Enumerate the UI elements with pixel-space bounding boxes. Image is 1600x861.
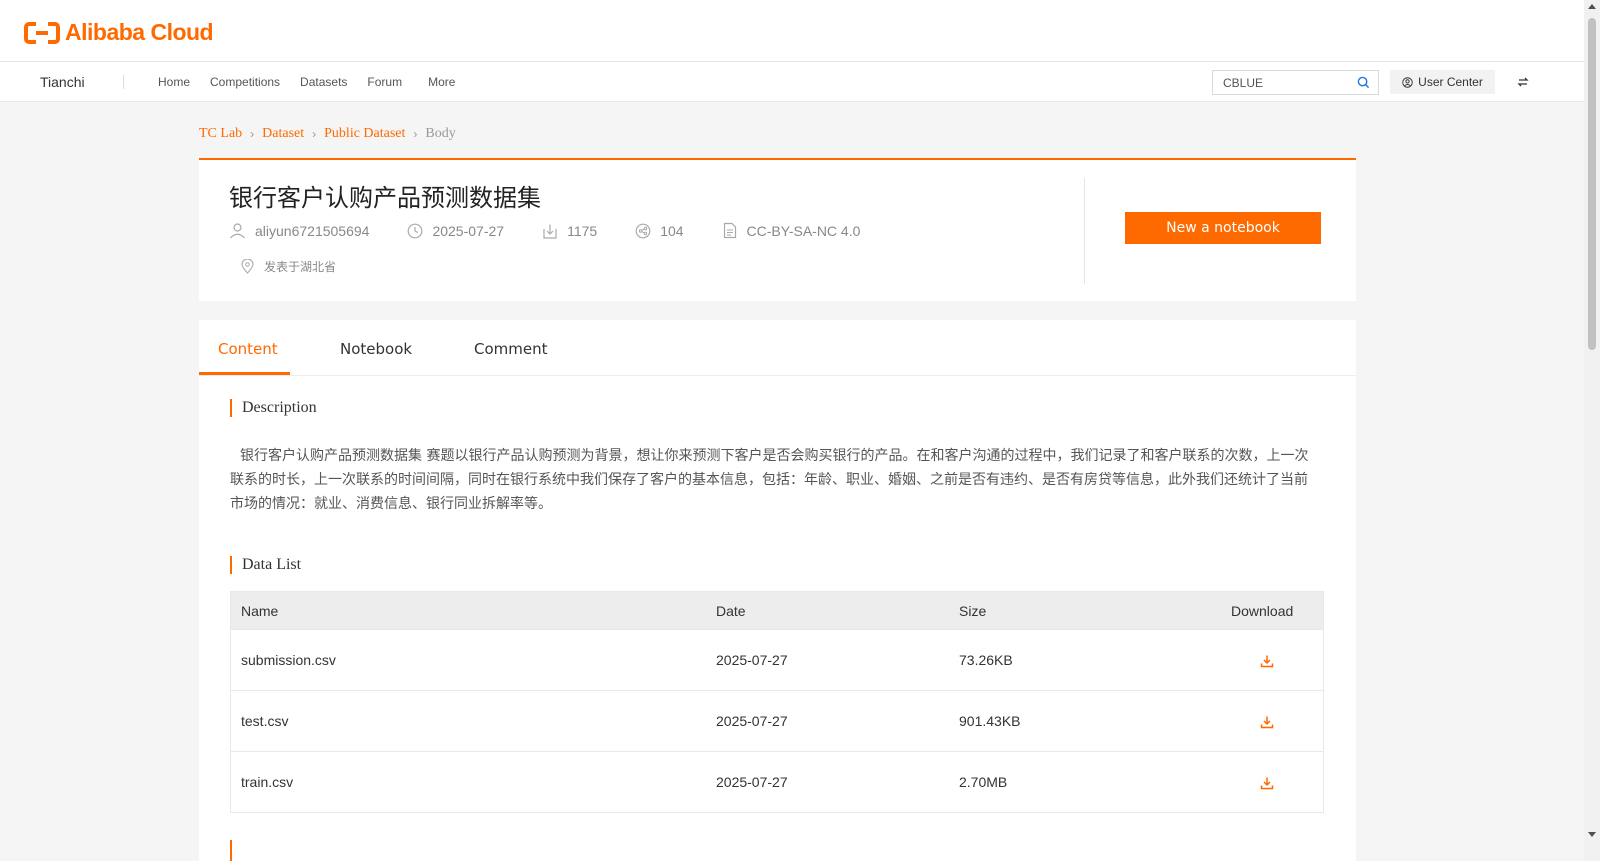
table-header: Name Date Size Download <box>231 592 1323 629</box>
nav-link-forum[interactable]: Forum <box>367 75 402 89</box>
description-text: 银行客户认购产品预测数据集 赛题以银行产品认购预测为背景，想让你来预测下客户是否… <box>230 448 1309 512</box>
content-card: Content Notebook Comment Description 银行客… <box>199 320 1356 861</box>
license-label: CC-BY-SA-NC 4.0 <box>746 222 861 239</box>
file-name: train.csv <box>241 774 294 790</box>
new-notebook-button[interactable]: New a notebook <box>1125 212 1321 244</box>
page-scrollbar[interactable] <box>1584 0 1600 861</box>
breadcrumb-current: Body <box>425 126 456 141</box>
col-header-size: Size <box>959 602 987 619</box>
dataset-header-card: 银行客户认购产品预测数据集 aliyun6721505694 2025-07-2… <box>199 158 1356 301</box>
file-date: 2025-07-27 <box>716 652 788 668</box>
nav-divider <box>123 75 124 89</box>
scrollbar-thumb[interactable] <box>1588 18 1596 350</box>
col-header-name: Name <box>241 602 279 619</box>
breadcrumb-public-dataset[interactable]: Public Dataset <box>324 126 405 142</box>
chevron-right-icon: › <box>413 127 418 141</box>
table-row: submission.csv 2025-07-27 73.26KB <box>231 629 1323 690</box>
header-divider <box>1084 178 1085 284</box>
publish-date: 2025-07-27 <box>432 222 505 239</box>
logo-text: Alibaba Cloud <box>65 19 214 45</box>
search-box <box>1212 70 1379 95</box>
user-icon <box>230 223 245 239</box>
location-row: 发表于湖北省 <box>241 258 336 275</box>
file-date: 2025-07-27 <box>716 713 788 729</box>
tab-content[interactable]: Content <box>218 340 278 358</box>
file-size: 901.43KB <box>959 713 1021 729</box>
user-center-label: User Center <box>1418 75 1483 89</box>
share-count: 104 <box>660 222 684 239</box>
author-name[interactable]: aliyun6721505694 <box>255 223 369 239</box>
meta-downloads: 1175 <box>542 223 597 239</box>
chevron-right-icon: › <box>312 127 317 141</box>
user-center-button[interactable]: User Center <box>1390 70 1495 94</box>
alibaba-cloud-logo[interactable]: Alibaba Cloud <box>24 19 214 46</box>
scroll-down-arrow-icon[interactable] <box>1588 832 1596 837</box>
nav-link-datasets[interactable]: Datasets <box>300 75 347 89</box>
meta-date: 2025-07-27 <box>407 223 504 239</box>
col-header-date: Date <box>716 602 746 619</box>
breadcrumb-dataset[interactable]: Dataset <box>262 126 304 142</box>
nav-link-more[interactable]: More <box>428 75 455 89</box>
tab-bar: Content Notebook Comment <box>199 320 1356 376</box>
next-section-marker <box>230 840 232 861</box>
table-row: test.csv 2025-07-27 901.43KB <box>231 690 1323 751</box>
active-tab-indicator <box>199 372 290 375</box>
file-size: 73.26KB <box>959 652 1013 668</box>
logo-mark-icon <box>24 21 60 44</box>
top-navbar: Tianchi Home Competitions Datasets Forum… <box>0 62 1584 102</box>
license-document-icon <box>723 222 736 239</box>
breadcrumb-tc-lab[interactable]: TC Lab <box>199 126 242 142</box>
download-icon[interactable] <box>1260 776 1274 790</box>
description-heading: Description <box>230 399 317 417</box>
switch-language-icon[interactable] <box>1517 76 1529 88</box>
file-date: 2025-07-27 <box>716 774 788 790</box>
dataset-title: 银行客户认购产品预测数据集 <box>229 184 541 212</box>
file-size: 2.70MB <box>959 774 1008 790</box>
scroll-up-arrow-icon[interactable] <box>1588 4 1596 9</box>
location-text: 发表于湖北省 <box>264 260 337 274</box>
col-header-download: Download <box>1231 602 1294 619</box>
nav-links: Home Competitions Datasets Forum More <box>158 75 475 89</box>
site-name[interactable]: Tianchi <box>40 74 85 90</box>
download-count-icon <box>543 224 557 239</box>
nav-link-home[interactable]: Home <box>158 75 190 89</box>
data-list-heading: Data List <box>230 556 301 574</box>
brand-bar: Alibaba Cloud <box>0 0 1584 62</box>
nav-link-competitions[interactable]: Competitions <box>210 75 280 89</box>
meta-license: CC-BY-SA-NC 4.0 <box>722 222 861 239</box>
dataset-meta: aliyun6721505694 2025-07-27 1175 104 CC-… <box>229 222 898 239</box>
table-row: train.csv 2025-07-27 2.70MB <box>231 751 1323 812</box>
tab-comment[interactable]: Comment <box>474 340 548 358</box>
file-name: submission.csv <box>241 652 336 668</box>
tab-notebook[interactable]: Notebook <box>340 340 412 358</box>
breadcrumb: TC Lab › Dataset › Public Dataset › Body <box>199 126 456 142</box>
meta-author: aliyun6721505694 <box>229 222 369 239</box>
share-icon <box>635 223 651 238</box>
clock-icon <box>408 223 423 238</box>
download-icon[interactable] <box>1260 715 1274 729</box>
search-input[interactable] <box>1213 71 1343 94</box>
search-icon[interactable] <box>1357 76 1370 89</box>
data-list-table: Name Date Size Download submission.csv 2… <box>230 591 1324 813</box>
file-name: test.csv <box>241 713 289 729</box>
user-circle-icon <box>1402 76 1413 88</box>
meta-shares: 104 <box>635 222 684 239</box>
location-pin-icon <box>241 259 254 274</box>
chevron-right-icon: › <box>250 127 255 141</box>
download-icon[interactable] <box>1260 654 1274 668</box>
download-count: 1175 <box>567 222 598 239</box>
